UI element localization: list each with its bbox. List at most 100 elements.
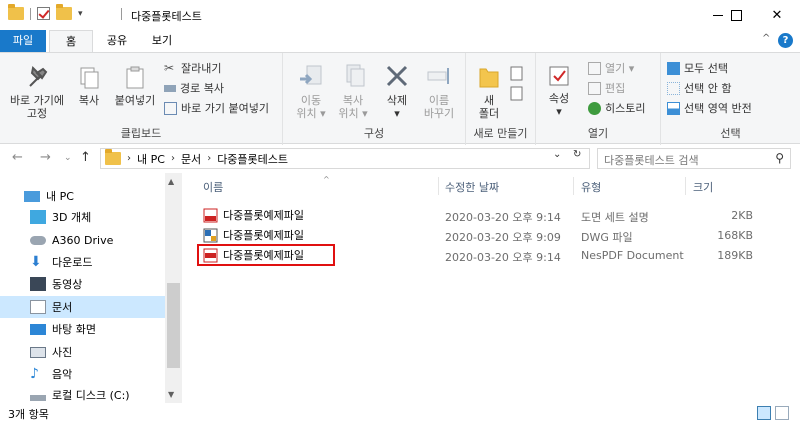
- pin-quick-access-button[interactable]: 바로 가기에 고정: [6, 65, 68, 120]
- rename-button[interactable]: 이름 바꾸기: [419, 63, 459, 120]
- nav-item-videos[interactable]: 동영상: [30, 273, 170, 295]
- tab-view[interactable]: 보기: [140, 30, 184, 52]
- open-button[interactable]: 열기 ▾: [588, 60, 634, 76]
- scroll-down-icon[interactable]: ▼: [168, 390, 174, 399]
- file-type: DWG 파일: [581, 231, 633, 244]
- tab-share[interactable]: 공유: [95, 30, 139, 52]
- new-folder-icon[interactable]: [56, 4, 72, 20]
- help-icon[interactable]: ?: [778, 33, 793, 48]
- edit-button[interactable]: 편집: [588, 80, 625, 96]
- select-none-button[interactable]: 선택 안 함: [667, 80, 731, 96]
- forward-arrow-icon[interactable]: →: [40, 150, 51, 165]
- rename-icon: [427, 68, 449, 84]
- chevron-right-icon[interactable]: ›: [127, 153, 131, 164]
- pin-icon: [29, 65, 48, 87]
- nav-item-a360-drive[interactable]: A360 Drive: [30, 229, 170, 251]
- new-folder-button[interactable]: 새 폴더: [470, 63, 508, 120]
- copy-icon: [80, 67, 99, 89]
- breadcrumb-current-folder[interactable]: 다중플롯테스트: [217, 151, 288, 167]
- file-row[interactable]: 다중플롯예제파일 2020-03-20 오후 9:14 도면 세트 설명 2KB: [183, 206, 800, 225]
- clipboard-group-label: 클립보드: [120, 127, 162, 140]
- nav-item-pictures[interactable]: 사진: [30, 341, 170, 363]
- select-group-label: 선택: [720, 127, 741, 140]
- column-divider[interactable]: [573, 177, 574, 195]
- tab-file[interactable]: 파일: [0, 30, 46, 52]
- new-item-icon[interactable]: [508, 65, 528, 108]
- paste-button[interactable]: 붙여넣기: [110, 65, 160, 107]
- organize-group-label: 구성: [363, 127, 385, 140]
- document-icon: [30, 300, 46, 314]
- invert-selection-button[interactable]: 선택 영역 반전: [667, 100, 752, 116]
- column-header-modified[interactable]: 수정한 날짜: [445, 179, 499, 195]
- scroll-up-icon[interactable]: ▲: [168, 177, 174, 186]
- item-count: 3개 항목: [8, 408, 49, 421]
- nav-item-my-pc[interactable]: 내 PC: [24, 185, 164, 207]
- paste-shortcut-button[interactable]: 바로 가기 붙여넣기: [164, 100, 269, 116]
- scrollbar-thumb[interactable]: [167, 283, 180, 368]
- ribbon: 바로 가기에 고정 복사 붙여넣기 ✂ 잘라내기 경로 복사 바로 가기 붙여넣…: [0, 52, 800, 145]
- select-all-button[interactable]: 모두 선택: [667, 60, 728, 76]
- properties-check-icon: [549, 66, 569, 86]
- copy-path-button[interactable]: 경로 복사: [164, 80, 224, 96]
- desktop-icon: [30, 323, 46, 335]
- toolbar-divider: [30, 7, 31, 20]
- pc-icon: [24, 190, 40, 202]
- maximize-button[interactable]: [713, 0, 759, 30]
- delete-x-icon: [386, 65, 408, 87]
- address-dropdown-chevron-icon[interactable]: ⌄: [553, 149, 561, 160]
- cut-button[interactable]: ✂ 잘라내기: [164, 60, 221, 76]
- details-view-icon[interactable]: [757, 406, 771, 420]
- column-header-type[interactable]: 유형: [581, 179, 601, 195]
- chevron-right-icon[interactable]: ›: [171, 153, 175, 164]
- large-icons-view-icon[interactable]: [775, 406, 789, 420]
- nav-item-3d-objects[interactable]: 3D 개체: [30, 206, 170, 228]
- properties-check-icon[interactable]: [37, 7, 50, 20]
- chevron-right-icon[interactable]: ›: [207, 153, 211, 164]
- column-header-size[interactable]: 크기: [693, 179, 713, 195]
- copy-button[interactable]: 복사: [72, 65, 106, 107]
- up-arrow-icon[interactable]: ↑: [80, 150, 91, 165]
- file-row[interactable]: 다중플롯예제파일 2020-03-20 오후 9:09 DWG 파일 168KB: [183, 226, 800, 245]
- search-input[interactable]: 다중플롯테스트 검색 ⚲: [597, 148, 791, 169]
- column-header-name[interactable]: 이름: [203, 179, 223, 195]
- disk-icon: [30, 395, 46, 401]
- properties-button[interactable]: 속성 ▾: [542, 63, 576, 118]
- copy-to-button[interactable]: 복사 위치 ▾: [333, 63, 373, 120]
- breadcrumb-my-pc[interactable]: 내 PC: [137, 151, 165, 167]
- clipboard-group: 바로 가기에 고정 복사 붙여넣기 ✂ 잘라내기 경로 복사 바로 가기 붙여넣…: [0, 53, 283, 145]
- back-arrow-icon[interactable]: ←: [12, 150, 23, 165]
- delete-button[interactable]: 삭제 ▾: [379, 63, 415, 120]
- recent-locations-chevron-icon[interactable]: ⌄: [64, 153, 72, 163]
- move-to-button[interactable]: 이동 위치 ▾: [291, 63, 331, 120]
- download-icon: ⬇: [30, 254, 42, 270]
- customize-toolbar-dropdown[interactable]: ▾: [78, 9, 83, 19]
- collapse-ribbon-icon[interactable]: ^: [762, 33, 770, 44]
- nav-item-music[interactable]: ♪ 음악: [30, 363, 170, 385]
- nav-item-downloads[interactable]: ⬇ 다운로드: [30, 251, 170, 273]
- select-group: 모두 선택 선택 안 함 선택 영역 반전 선택: [661, 53, 800, 145]
- column-divider[interactable]: [685, 177, 686, 195]
- column-divider[interactable]: [438, 177, 439, 195]
- file-type: 도면 세트 설명: [581, 211, 649, 224]
- file-modified: 2020-03-20 오후 9:14: [445, 251, 561, 264]
- tab-home[interactable]: 홈: [49, 30, 93, 52]
- address-bar[interactable]: › 내 PC › 문서 › 다중플롯테스트: [100, 148, 590, 169]
- cube-icon: [30, 210, 46, 224]
- status-bar: 3개 항목: [0, 403, 800, 425]
- nav-scrollbar[interactable]: ▲ ▼: [165, 173, 182, 403]
- ribbon-tabs: 파일 홈 공유 보기 ^ ?: [0, 30, 800, 52]
- nav-item-desktop[interactable]: 바탕 화면: [30, 318, 170, 340]
- cloud-icon: [30, 235, 46, 245]
- file-size: 2KB: [731, 209, 753, 222]
- open-group-label: 열기: [587, 127, 609, 140]
- breadcrumb-documents[interactable]: 문서: [181, 151, 201, 167]
- history-icon: [588, 101, 601, 115]
- search-icon[interactable]: ⚲: [775, 151, 784, 165]
- refresh-icon[interactable]: ↻: [573, 149, 581, 160]
- history-button[interactable]: 히스토리: [588, 100, 645, 116]
- close-button[interactable]: [754, 0, 800, 30]
- file-name: 다중플롯예제파일: [223, 209, 304, 222]
- organize-group: 이동 위치 ▾ 복사 위치 ▾ 삭제 ▾ 이름 바꾸기 구성: [283, 53, 466, 145]
- nav-item-documents[interactable]: 문서: [0, 296, 165, 318]
- folder-icon[interactable]: [8, 4, 24, 20]
